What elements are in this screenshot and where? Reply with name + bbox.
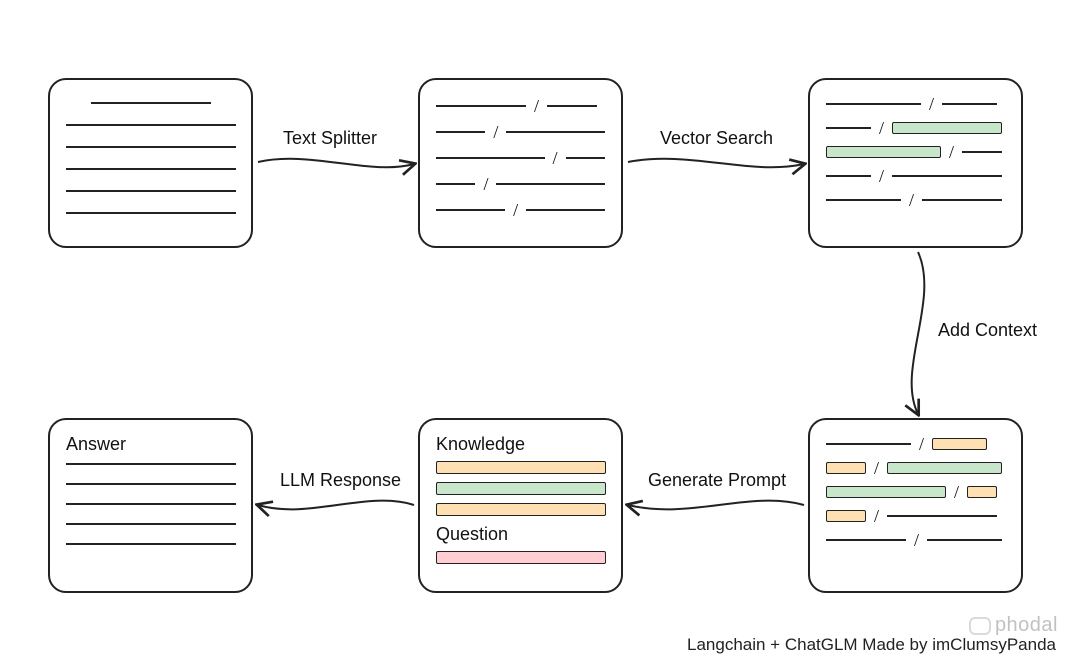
arrow-vector-search bbox=[628, 159, 804, 167]
arrow-llm-response bbox=[258, 501, 414, 510]
node-retrieved-chunks: / / / / / bbox=[808, 78, 1023, 248]
answer-label: Answer bbox=[66, 434, 235, 455]
label-vector-search: Vector Search bbox=[660, 128, 773, 149]
arrow-text-splitter bbox=[258, 159, 414, 167]
node-answer: Answer bbox=[48, 418, 253, 593]
label-text-splitter: Text Splitter bbox=[283, 128, 377, 149]
label-llm-response: LLM Response bbox=[280, 470, 401, 491]
node-chunks: / / / / / bbox=[418, 78, 623, 248]
question-label: Question bbox=[436, 524, 605, 545]
node-raw-document bbox=[48, 78, 253, 248]
label-add-context: Add Context bbox=[938, 320, 1037, 341]
node-prompt: Knowledge Question bbox=[418, 418, 623, 593]
arrow-add-context bbox=[912, 252, 925, 414]
node-context-chunks: / / / / / bbox=[808, 418, 1023, 593]
watermark: phodal bbox=[969, 614, 1058, 637]
knowledge-label: Knowledge bbox=[436, 434, 605, 455]
arrow-generate-prompt bbox=[628, 501, 804, 510]
label-generate-prompt: Generate Prompt bbox=[648, 470, 786, 491]
wechat-icon bbox=[969, 617, 991, 635]
footer-credit: Langchain + ChatGLM Made by imClumsyPand… bbox=[687, 635, 1056, 655]
